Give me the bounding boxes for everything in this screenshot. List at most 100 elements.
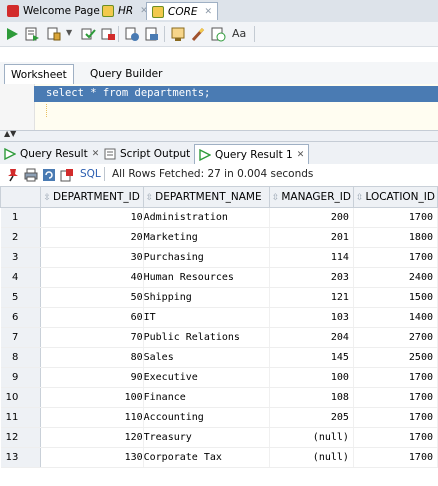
manager-id-cell[interactable]: 205 [269, 407, 354, 428]
department-id-cell[interactable]: 70 [40, 327, 144, 348]
tab-label: HR [118, 5, 134, 17]
department-name-cell[interactable]: Human Resources [143, 267, 270, 288]
table-row[interactable]: 8 80 Sales 145 2500 [0, 347, 438, 368]
location-id-cell[interactable]: 2400 [353, 267, 438, 288]
location-id-cell[interactable]: 1700 [353, 387, 438, 408]
print-icon[interactable] [24, 168, 38, 182]
department-name-cell[interactable]: Treasury [143, 427, 270, 448]
department-name-cell[interactable]: Purchasing [143, 247, 270, 268]
pin-icon[interactable] [6, 168, 20, 182]
tab-query-result-1[interactable]: Query Result 1 ✕ [194, 144, 310, 164]
table-row[interactable]: 5 50 Shipping 121 1500 [0, 287, 438, 308]
manager-id-cell[interactable]: 100 [269, 367, 354, 388]
department-name-cell[interactable]: Shipping [143, 287, 270, 308]
manager-id-cell[interactable]: (null) [269, 427, 354, 448]
location-id-cell[interactable]: 1700 [353, 367, 438, 388]
department-name-cell[interactable]: Administration [143, 207, 270, 228]
tab-query-builder[interactable]: Query Builder [84, 64, 168, 84]
department-id-cell[interactable]: 120 [40, 427, 144, 448]
run-statement-icon[interactable] [4, 26, 20, 42]
location-id-cell[interactable]: 2700 [353, 327, 438, 348]
commit-icon[interactable] [80, 26, 96, 42]
close-icon[interactable]: ✕ [92, 149, 100, 159]
tab-script-output[interactable]: Script Output ✕ [100, 144, 206, 164]
manager-id-cell[interactable]: 204 [269, 327, 354, 348]
table-row[interactable]: 6 60 IT 103 1400 [0, 307, 438, 328]
department-id-cell[interactable]: 40 [40, 267, 144, 288]
location-id-cell[interactable]: 1700 [353, 427, 438, 448]
manager-id-cell[interactable]: 200 [269, 207, 354, 228]
tab-query-result[interactable]: Query Result ✕ [0, 144, 103, 164]
tab-hr[interactable]: HR ✕ [97, 2, 153, 20]
location-id-cell[interactable]: 1700 [353, 207, 438, 228]
location-id-cell[interactable]: 1700 [353, 407, 438, 428]
result-grid[interactable]: ⇳ DEPARTMENT_ID ⇳ DEPARTMENT_NAME ⇳ MANAGER… [0, 186, 438, 468]
table-row[interactable]: 12 120 Treasury (null) 1700 [0, 427, 438, 448]
export-data-icon[interactable] [60, 168, 74, 182]
department-id-cell[interactable]: 80 [40, 347, 144, 368]
tab-core[interactable]: CORE ✕ [146, 2, 219, 20]
table-row[interactable]: 7 70 Public Relations 204 2700 [0, 327, 438, 348]
department-id-cell[interactable]: 30 [40, 247, 144, 268]
manager-id-cell[interactable]: 201 [269, 227, 354, 248]
department-name-cell[interactable]: IT [143, 307, 270, 328]
department-name-cell[interactable]: Public Relations [143, 327, 270, 348]
department-name-cell[interactable]: Corporate Tax [143, 447, 270, 468]
table-row[interactable]: 4 40 Human Resources 203 2400 [0, 267, 438, 288]
location-id-cell[interactable]: 1500 [353, 287, 438, 308]
department-id-cell[interactable]: 60 [40, 307, 144, 328]
department-name-cell[interactable]: Accounting [143, 407, 270, 428]
manager-id-cell[interactable]: 103 [269, 307, 354, 328]
department-name-cell[interactable]: Executive [143, 367, 270, 388]
panel-splitter[interactable]: ▲▼ [0, 129, 438, 142]
department-id-cell[interactable]: 50 [40, 287, 144, 308]
table-row[interactable]: 13 130 Corporate Tax (null) 1700 [0, 447, 438, 468]
column-header-department-id[interactable]: ⇳ DEPARTMENT_ID [40, 186, 144, 208]
department-id-cell[interactable]: 20 [40, 227, 144, 248]
sql-link[interactable]: SQL [80, 168, 101, 180]
tab-worksheet[interactable]: Worksheet [4, 64, 74, 84]
refresh-icon[interactable] [42, 168, 56, 182]
sql-history-icon[interactable] [210, 26, 226, 42]
rollback-icon[interactable] [100, 26, 116, 42]
department-id-cell[interactable]: 10 [40, 207, 144, 228]
manager-id-cell[interactable]: 145 [269, 347, 354, 368]
manager-id-cell[interactable]: 114 [269, 247, 354, 268]
close-icon[interactable]: ✕ [205, 7, 213, 17]
collapse-arrows-icon[interactable]: ▲▼ [4, 129, 16, 138]
table-row[interactable]: 9 90 Executive 100 1700 [0, 367, 438, 388]
location-id-cell[interactable]: 1800 [353, 227, 438, 248]
sql-statement[interactable]: select * from departments; [46, 87, 210, 99]
manager-id-cell[interactable]: 203 [269, 267, 354, 288]
department-id-cell[interactable]: 110 [40, 407, 144, 428]
run-script-icon[interactable] [24, 26, 40, 42]
department-id-cell[interactable]: 90 [40, 367, 144, 388]
autotrace-icon[interactable] [46, 26, 62, 42]
column-header-department-name[interactable]: ⇳ DEPARTMENT_NAME [142, 186, 270, 208]
close-icon[interactable]: ✕ [297, 150, 305, 160]
department-id-cell[interactable]: 130 [40, 447, 144, 468]
table-row[interactable]: 1 10 Administration 200 1700 [0, 207, 438, 228]
sql-tuning-icon[interactable] [144, 26, 160, 42]
table-row[interactable]: 11 110 Accounting 205 1700 [0, 407, 438, 428]
department-id-cell[interactable]: 100 [40, 387, 144, 408]
manager-id-cell[interactable]: 108 [269, 387, 354, 408]
table-row[interactable]: 2 20 Marketing 201 1800 [0, 227, 438, 248]
manager-id-cell[interactable]: (null) [269, 447, 354, 468]
department-name-cell[interactable]: Marketing [143, 227, 270, 248]
location-id-cell[interactable]: 1700 [353, 447, 438, 468]
table-row[interactable]: 10 100 Finance 108 1700 [0, 387, 438, 408]
clear-eraser-icon[interactable] [190, 26, 206, 42]
location-id-cell[interactable]: 2500 [353, 347, 438, 368]
manager-id-cell[interactable]: 121 [269, 287, 354, 308]
monitor-icon[interactable] [170, 26, 186, 42]
explain-plan-icon[interactable] [124, 26, 140, 42]
location-id-cell[interactable]: 1400 [353, 307, 438, 328]
department-name-cell[interactable]: Sales [143, 347, 270, 368]
to-upper-case-icon[interactable]: Aa [232, 27, 248, 43]
department-name-cell[interactable]: Finance [143, 387, 270, 408]
column-header-manager-id[interactable]: ⇳ MANAGER_ID [268, 186, 354, 208]
location-id-cell[interactable]: 1700 [353, 247, 438, 268]
table-row[interactable]: 3 30 Purchasing 114 1700 [0, 247, 438, 268]
column-header-location-id[interactable]: ⇳ LOCATION_ID [352, 186, 438, 208]
